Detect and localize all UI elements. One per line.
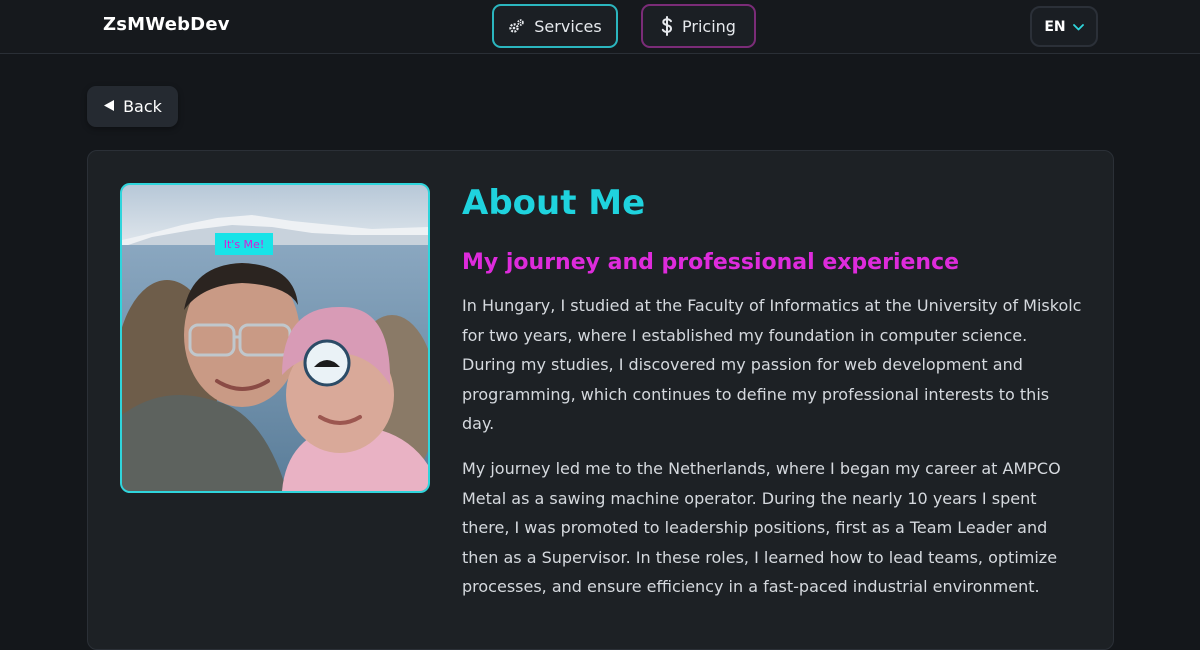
profile-photo: It's Me! xyxy=(120,183,430,493)
gears-icon xyxy=(508,18,525,35)
about-paragraph-2: My journey led me to the Netherlands, wh… xyxy=(462,459,1061,596)
section-subtitle: My journey and professional experience xyxy=(462,250,960,275)
photo-tag: It's Me! xyxy=(215,233,273,255)
language-selector[interactable]: EN xyxy=(1030,6,1098,47)
pricing-button[interactable]: Pricing xyxy=(641,4,756,48)
services-label: Services xyxy=(534,16,602,36)
chevron-down-icon xyxy=(1072,19,1084,35)
back-button[interactable]: Back xyxy=(87,86,178,127)
top-navbar: ZsMWebDev Services Pricing EN xyxy=(0,0,1200,54)
about-paragraph-1: In Hungary, I studied at the Faculty of … xyxy=(462,296,1082,433)
dollar-icon xyxy=(661,16,673,36)
language-label: EN xyxy=(1044,18,1066,35)
back-label: Back xyxy=(123,97,162,116)
brand-logo[interactable]: ZsMWebDev xyxy=(103,14,230,35)
page-title: About Me xyxy=(462,183,646,223)
pricing-label: Pricing xyxy=(682,16,736,36)
services-button[interactable]: Services xyxy=(492,4,618,48)
triangle-left-icon xyxy=(103,97,115,116)
